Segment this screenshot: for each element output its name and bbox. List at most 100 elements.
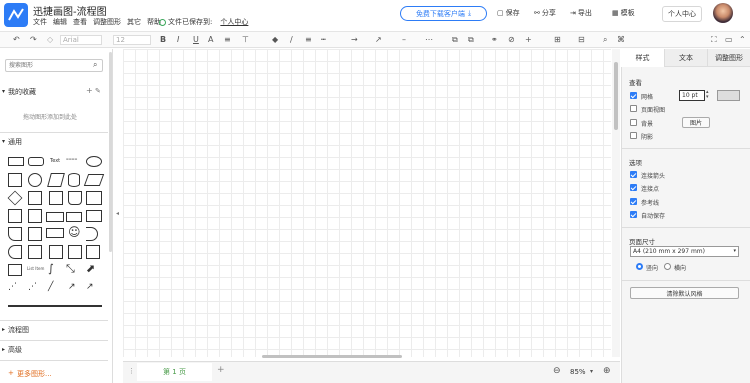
- tab-page-1[interactable]: 第 1 页: [137, 363, 212, 381]
- avatar[interactable]: [713, 3, 733, 23]
- container-shape[interactable]: [8, 264, 22, 276]
- table-icon[interactable]: ⊞: [554, 35, 561, 45]
- line-style-icon[interactable]: ┅: [321, 35, 326, 45]
- font-size-select[interactable]: 12: [113, 35, 151, 45]
- font-family-select[interactable]: Arial: [60, 35, 102, 45]
- link-icon[interactable]: ⚭: [491, 35, 498, 45]
- text-position-icon[interactable]: ⊤: [242, 35, 249, 45]
- cylinder-shape[interactable]: [68, 173, 80, 187]
- more-shapes-icon[interactable]: +: [8, 369, 14, 377]
- card-shape[interactable]: [86, 210, 102, 222]
- advanced-section[interactable]: 高级: [8, 345, 22, 355]
- menu-edit[interactable]: 编辑: [53, 17, 67, 27]
- rectangle-shape[interactable]: [8, 157, 24, 166]
- dotted-line-shape[interactable]: ⋰: [28, 282, 37, 292]
- line-shape[interactable]: ╱: [48, 282, 53, 292]
- document-shape[interactable]: [68, 191, 82, 205]
- connector-shapes[interactable]: [8, 305, 102, 307]
- connection-icon[interactable]: →: [351, 35, 358, 45]
- italic-button[interactable]: I: [177, 35, 179, 45]
- menu-view[interactable]: 查看: [73, 17, 87, 27]
- shape-search-input[interactable]: 搜索图形: [5, 59, 103, 72]
- fill-color-icon[interactable]: ◆: [272, 35, 278, 45]
- redo-icon[interactable]: ↷: [30, 35, 37, 45]
- shadow-checkbox[interactable]: [630, 132, 637, 139]
- page-size-select[interactable]: A4 (210 mm x 297 mm) ▾: [630, 246, 739, 257]
- more-shapes-link[interactable]: 更多图形...: [17, 369, 52, 379]
- dashed-line-shape[interactable]: ⋰: [8, 282, 17, 292]
- canvas-horizontal-scroll-thumb[interactable]: [262, 355, 402, 358]
- line-end-icon[interactable]: ⋯: [425, 35, 433, 45]
- grid-color-swatch[interactable]: [717, 90, 740, 101]
- edit-icon[interactable]: ✎: [95, 87, 101, 95]
- hexagon-shape[interactable]: [28, 191, 42, 205]
- list-item-shape[interactable]: List Item: [27, 266, 44, 271]
- background-image-button[interactable]: 图片: [682, 117, 710, 128]
- menu-file[interactable]: 文件: [33, 17, 47, 27]
- line-start-icon[interactable]: –: [402, 35, 406, 45]
- manual-input-shape[interactable]: [68, 245, 82, 259]
- zoom-icon[interactable]: ⌕: [603, 35, 607, 45]
- arrange-icon[interactable]: ⊟: [578, 35, 585, 45]
- page-view-checkbox[interactable]: [630, 105, 637, 112]
- grid-size-stepper[interactable]: ▴ ▾: [706, 90, 709, 100]
- off-page-shape[interactable]: [86, 245, 100, 259]
- add-page-icon[interactable]: +: [217, 365, 225, 375]
- guides-checkbox[interactable]: [630, 198, 637, 205]
- internal-storage-shape[interactable]: [8, 209, 22, 223]
- flowchart-section[interactable]: 流程图: [8, 325, 29, 335]
- display-shape[interactable]: [8, 245, 22, 259]
- download-client-button[interactable]: 免费下载客户端 ⤓: [400, 6, 487, 21]
- save-button[interactable]: ▢ 保存: [497, 8, 520, 18]
- grid-checkbox[interactable]: [630, 92, 637, 99]
- to-back-icon[interactable]: ⧉: [468, 35, 474, 45]
- menu-arrange[interactable]: 调整图形: [93, 17, 121, 27]
- library-scrollbar[interactable]: [109, 52, 112, 252]
- landscape-radio[interactable]: [664, 263, 671, 270]
- rounded-rectangle-shape[interactable]: [28, 157, 44, 166]
- trapezoid-shape[interactable]: [66, 212, 82, 222]
- zoom-level[interactable]: 85%: [570, 368, 586, 376]
- text-shape[interactable]: Text: [50, 158, 60, 164]
- save-location-link[interactable]: 个人中心: [220, 17, 248, 27]
- waypoint-icon[interactable]: ↗: [375, 35, 382, 45]
- template-button[interactable]: ▦ 模板: [612, 8, 635, 18]
- connect-points-checkbox[interactable]: [630, 184, 637, 191]
- ellipse-shape[interactable]: [86, 156, 102, 167]
- square-shape[interactable]: [8, 173, 22, 187]
- format-icon[interactable]: ⌘: [617, 35, 625, 45]
- favorites-section[interactable]: 我的收藏: [8, 87, 36, 97]
- user-center-button[interactable]: 个人中心: [662, 6, 702, 22]
- predefined-process-shape[interactable]: [49, 245, 63, 259]
- tab-style[interactable]: 样式: [621, 49, 664, 67]
- panel-toggle-icon[interactable]: ▭: [725, 35, 733, 45]
- add-icon[interactable]: +: [86, 86, 93, 95]
- search-icon[interactable]: ⌕: [93, 60, 97, 70]
- eraser-icon[interactable]: ◇: [47, 35, 53, 45]
- step-shape[interactable]: [46, 212, 64, 222]
- cube-shape[interactable]: [49, 191, 63, 205]
- cube-3d-shape[interactable]: [28, 209, 42, 223]
- tab-text[interactable]: 文本: [664, 49, 707, 67]
- insert-icon[interactable]: +: [525, 35, 532, 45]
- reset-default-style-button[interactable]: 清除默认风格: [630, 287, 739, 299]
- tab-arrange[interactable]: 调整图形: [707, 49, 750, 67]
- export-button[interactable]: ⇥ 导出: [570, 8, 592, 18]
- bidirectional-arrow-shape[interactable]: ⤡: [66, 262, 75, 276]
- fullscreen-icon[interactable]: ⛶: [711, 35, 717, 45]
- speech-bubble-shape[interactable]: [46, 228, 64, 238]
- callout-shape[interactable]: [28, 227, 42, 241]
- bold-button[interactable]: B: [160, 35, 166, 45]
- to-front-icon[interactable]: ⧉: [452, 35, 458, 45]
- portrait-radio[interactable]: [636, 263, 643, 270]
- general-section[interactable]: 通用: [8, 137, 22, 147]
- arrow-shape[interactable]: ⬈: [86, 262, 95, 275]
- curve-shape[interactable]: ∫: [48, 262, 54, 275]
- background-checkbox[interactable]: [630, 119, 637, 126]
- line-width-icon[interactable]: ≡: [305, 35, 312, 45]
- undo-icon[interactable]: ↶: [13, 35, 20, 45]
- note-shape[interactable]: [8, 227, 22, 241]
- connect-arrows-checkbox[interactable]: [630, 171, 637, 178]
- zoom-dropdown-icon[interactable]: ▾: [590, 368, 593, 375]
- textbox-shape[interactable]: ▬▬▬▬: [66, 157, 82, 166]
